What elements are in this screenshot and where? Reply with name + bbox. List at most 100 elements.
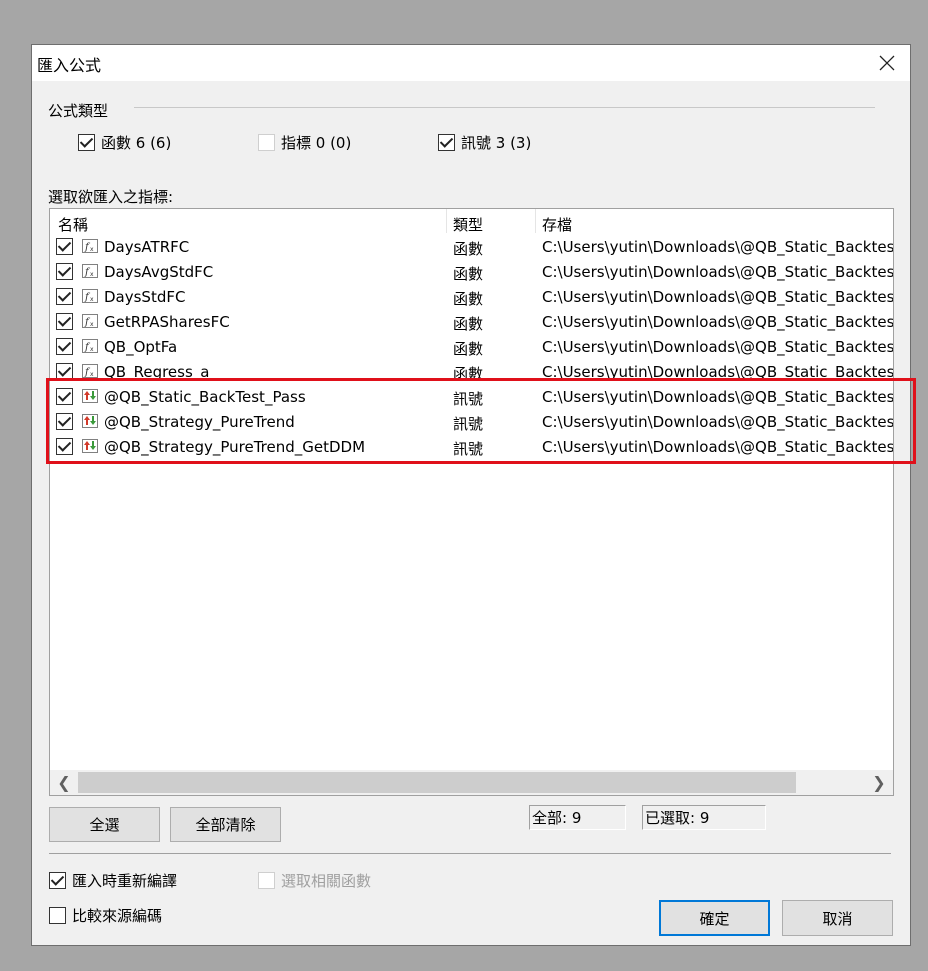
close-icon xyxy=(879,55,895,71)
list-item[interactable]: @QB_Strategy_PureTrend_GetDDM 訊號 C:\Users\… xyxy=(50,434,893,459)
checkbox[interactable] xyxy=(258,872,275,889)
row-name: DaysATRFC xyxy=(104,238,190,256)
row-type: 函數 xyxy=(453,240,484,258)
recompile-checkbox[interactable]: 匯入時重新編譯 xyxy=(49,870,177,891)
row-name: QB_Regress_a xyxy=(104,363,210,381)
row-checkbox[interactable] xyxy=(56,288,73,305)
svg-text:x: x xyxy=(90,246,94,253)
row-type: 函數 xyxy=(453,290,484,308)
dialog-title: 匯入公式 xyxy=(37,56,102,75)
compare-source-checkbox[interactable]: 比較來源編碼 xyxy=(49,905,162,926)
row-name: @QB_Strategy_PureTrend xyxy=(104,413,295,431)
function-icon: fx xyxy=(81,312,99,330)
row-path: C:\Users\yutin\Downloads\@QB_Static_Back… xyxy=(542,313,894,331)
list-header: 名稱 類型 存檔 xyxy=(50,209,893,234)
import-formula-dialog: 匯入公式 公式類型 函數 6 (6) 指標 0 (0) 訊號 3 (3) 選取欲… xyxy=(31,44,916,946)
selected-count: 已選取: 9 xyxy=(642,805,766,830)
select-all-button[interactable]: 全選 xyxy=(49,807,160,842)
row-checkbox[interactable] xyxy=(56,438,73,455)
row-checkbox[interactable] xyxy=(56,263,73,280)
row-path: C:\Users\yutin\Downloads\@QB_Static_Back… xyxy=(542,388,894,406)
list-item[interactable]: f x GetRPASharesFC 函數 C:\Users\yutin\Downloa… xyxy=(50,309,893,334)
filter-signal-checkbox[interactable]: 訊號 3 (3) xyxy=(438,132,531,153)
divider xyxy=(49,853,891,854)
formula-type-group-label: 公式類型 xyxy=(48,102,109,120)
row-name: DaysAvgStdFC xyxy=(104,263,214,281)
list-item[interactable]: @QB_Static_BackTest_Pass 訊號 C:\Users\yutin… xyxy=(50,384,893,409)
title-bar: 匯入公式 xyxy=(32,45,910,81)
scroll-left-icon[interactable]: ❮ xyxy=(55,773,73,792)
svg-text:x: x xyxy=(90,321,94,328)
row-name: QB_OptFa xyxy=(104,338,178,356)
row-type: 函數 xyxy=(453,265,484,283)
row-checkbox[interactable] xyxy=(56,238,73,255)
group-divider xyxy=(134,107,875,108)
function-icon: fx xyxy=(81,237,99,255)
svg-text:x: x xyxy=(90,271,94,278)
row-path: C:\Users\yutin\Downloads\@QB_Static_Back… xyxy=(542,338,894,356)
row-checkbox[interactable] xyxy=(56,338,73,355)
row-path: C:\Users\yutin\Downloads\@QB_Static_Back… xyxy=(542,288,894,306)
ok-button[interactable]: 確定 xyxy=(659,900,770,936)
svg-text:x: x xyxy=(90,296,94,303)
list-caption: 選取欲匯入之指標: xyxy=(48,188,174,206)
function-icon: fx xyxy=(81,337,99,355)
scroll-thumb[interactable] xyxy=(78,772,796,793)
row-checkbox[interactable] xyxy=(56,313,73,330)
row-checkbox[interactable] xyxy=(56,413,73,430)
filter-signal-label: 訊號 3 (3) xyxy=(461,134,532,152)
row-type: 訊號 xyxy=(453,390,484,408)
function-icon: fx xyxy=(81,262,99,280)
formula-list[interactable]: 名稱 類型 存檔 f x DaysATRFC 函數 C:\Users\yutin\Dow… xyxy=(49,208,894,796)
signal-icon xyxy=(81,412,99,430)
checkbox[interactable] xyxy=(49,872,66,889)
checkbox[interactable] xyxy=(438,134,455,151)
header-name[interactable]: 名稱 xyxy=(58,214,88,235)
row-type: 訊號 xyxy=(453,440,484,458)
list-item[interactable]: f x DaysATRFC 函數 C:\Users\yutin\Downloads\@Q… xyxy=(50,234,893,259)
header-path[interactable]: 存檔 xyxy=(542,214,572,235)
signal-icon xyxy=(81,437,99,455)
select-related-label: 選取相關函數 xyxy=(281,872,372,890)
checkbox[interactable] xyxy=(78,134,95,151)
filter-indicator-label: 指標 0 (0) xyxy=(281,134,352,152)
row-path: C:\Users\yutin\Downloads\@QB_Static_Back… xyxy=(542,413,894,431)
row-checkbox[interactable] xyxy=(56,363,73,380)
header-type[interactable]: 類型 xyxy=(453,214,483,235)
row-type: 訊號 xyxy=(453,415,484,433)
function-icon: fx xyxy=(81,362,99,380)
select-related-checkbox[interactable]: 選取相關函數 xyxy=(258,870,371,891)
row-name: @QB_Static_BackTest_Pass xyxy=(104,388,306,406)
row-path: C:\Users\yutin\Downloads\@QB_Static_Back… xyxy=(542,238,894,256)
horizontal-scrollbar[interactable]: ❮ ❯ xyxy=(50,770,893,795)
list-item[interactable]: f x DaysStdFC 函數 C:\Users\yutin\Downloads\@Q… xyxy=(50,284,893,309)
list-item[interactable]: @QB_Strategy_PureTrend 訊號 C:\Users\yutin\D… xyxy=(50,409,893,434)
function-icon: fx xyxy=(81,287,99,305)
list-item[interactable]: f x DaysAvgStdFC 函數 C:\Users\yutin\Downloads… xyxy=(50,259,893,284)
row-path: C:\Users\yutin\Downloads\@QB_Static_Back… xyxy=(542,363,894,381)
row-name: GetRPASharesFC xyxy=(104,313,230,331)
filter-function-checkbox[interactable]: 函數 6 (6) xyxy=(78,132,171,153)
row-type: 函數 xyxy=(453,365,484,383)
filter-function-label: 函數 6 (6) xyxy=(101,134,172,152)
row-name: DaysStdFC xyxy=(104,288,186,306)
svg-text:x: x xyxy=(90,346,94,353)
list-item[interactable]: f x QB_OptFa 函數 C:\Users\yutin\Downloads\@QB… xyxy=(50,334,893,359)
scroll-right-icon[interactable]: ❯ xyxy=(870,773,888,792)
checkbox[interactable] xyxy=(258,134,275,151)
clear-all-button[interactable]: 全部清除 xyxy=(170,807,281,842)
filter-indicator-checkbox[interactable]: 指標 0 (0) xyxy=(258,132,351,153)
signal-icon xyxy=(81,387,99,405)
row-type: 函數 xyxy=(453,315,484,333)
row-name: @QB_Strategy_PureTrend_GetDDM xyxy=(104,438,366,456)
compare-source-label: 比較來源編碼 xyxy=(72,907,163,925)
cancel-button[interactable]: 取消 xyxy=(782,900,893,936)
total-count: 全部: 9 xyxy=(529,805,626,830)
recompile-label: 匯入時重新編譯 xyxy=(72,872,178,890)
row-path: C:\Users\yutin\Downloads\@QB_Static_Back… xyxy=(542,438,894,456)
row-checkbox[interactable] xyxy=(56,388,73,405)
row-type: 函數 xyxy=(453,340,484,358)
list-item[interactable]: f x QB_Regress_a 函數 C:\Users\yutin\Downloads… xyxy=(50,359,893,384)
checkbox[interactable] xyxy=(49,907,66,924)
close-button[interactable] xyxy=(864,45,910,81)
